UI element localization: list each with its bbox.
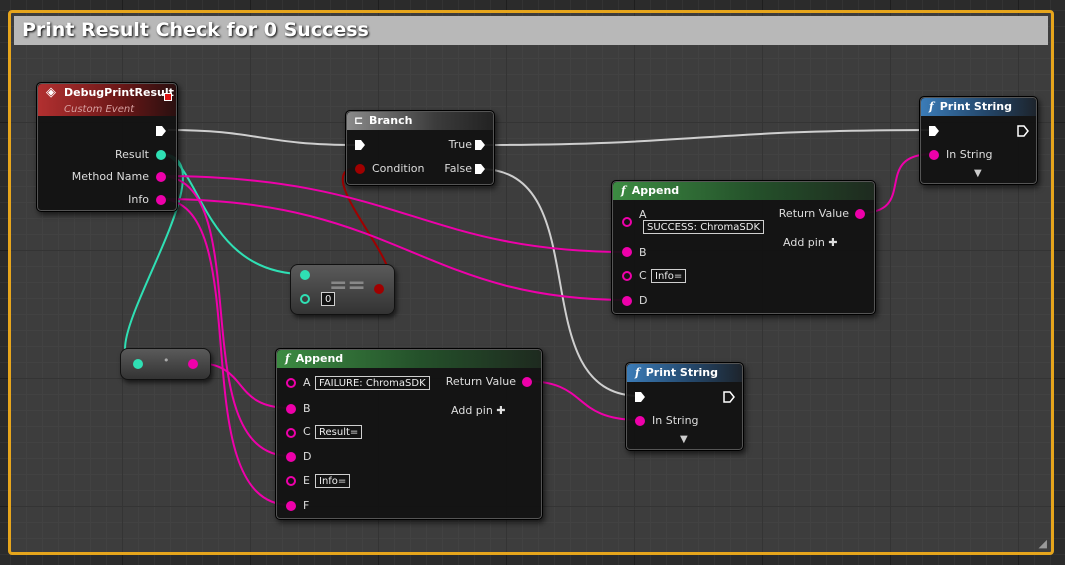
output-label-method-name: Method Name [71, 170, 149, 183]
add-pin-button[interactable]: Add pin ✚ [783, 236, 838, 249]
condition-pin[interactable] [355, 164, 365, 174]
append-success-title: Append [631, 184, 680, 197]
exec-out-pin-icon[interactable] [1017, 125, 1029, 137]
add-icon: ✚ [496, 404, 506, 417]
delegate-pin-icon[interactable] [164, 93, 172, 101]
append-success-b-pin[interactable] [622, 247, 632, 257]
true-exec-pin-icon[interactable] [474, 139, 486, 151]
append-success-header: f Append [613, 182, 874, 200]
equals-b-pin[interactable] [300, 294, 310, 304]
append-success-c-pin[interactable] [622, 271, 632, 281]
event-icon: ◈ [46, 85, 56, 100]
append-failure-f-pin[interactable] [286, 501, 296, 511]
pin-label-d: D [303, 450, 312, 463]
branch-node[interactable]: ⊏ Branch True Condition False [345, 110, 495, 186]
print-string-node-top[interactable]: f Print String In String ▼ [919, 96, 1038, 185]
append-success-d-pin[interactable] [622, 296, 632, 306]
pin-label-c: C [303, 425, 311, 438]
output-label-result: Result [115, 148, 149, 161]
print-top-header: f Print String [921, 98, 1036, 116]
branch-title: Branch [369, 114, 413, 127]
print-top-title: Print String [939, 100, 1012, 113]
append-success-return-pin[interactable] [855, 209, 865, 219]
pin-label-b: B [303, 402, 311, 415]
append-failure-header: f Append [277, 350, 541, 368]
function-icon: f [285, 352, 290, 365]
append-success-a-pin[interactable] [622, 217, 632, 227]
equals-node[interactable]: == 0 [290, 264, 395, 315]
event-subtitle: Custom Event [64, 104, 135, 115]
print-string-node-bottom[interactable]: f Print String In String ▼ [625, 362, 744, 451]
print-bottom-header: f Print String [627, 364, 742, 382]
add-icon: ✚ [828, 236, 838, 249]
append-failure-c-pin[interactable] [286, 428, 296, 438]
function-icon: f [621, 184, 626, 197]
event-title: DebugPrintResult [64, 86, 174, 99]
conversion-out-pin[interactable] [188, 359, 198, 369]
print-bottom-title: Print String [645, 366, 718, 379]
custom-event-node[interactable]: ◈ DebugPrintResult Custom Event Result M… [36, 82, 178, 212]
info-out-pin[interactable] [156, 195, 166, 205]
append-failure-b-pin[interactable] [286, 404, 296, 414]
pin-label-e: E [303, 474, 310, 487]
function-icon: f [929, 100, 934, 113]
conversion-node[interactable]: • [120, 348, 211, 380]
append-failure-d-pin[interactable] [286, 452, 296, 462]
exec-in-pin-icon[interactable] [634, 391, 646, 403]
append-success-a-input[interactable]: SUCCESS: ChromaSDK [643, 220, 764, 234]
condition-label: Condition [372, 162, 425, 175]
print-bottom-in-string-pin[interactable] [635, 416, 645, 426]
string-wire [159, 175, 628, 253]
equals-a-pin[interactable] [300, 270, 310, 280]
function-icon: f [635, 366, 640, 379]
exec-in-pin-icon[interactable] [928, 125, 940, 137]
result-out-pin[interactable] [156, 150, 166, 160]
exec-wire [167, 129, 359, 146]
append-success-c-input[interactable]: Info= [651, 269, 687, 283]
append-failure-return-pin[interactable] [522, 377, 532, 387]
equals-value-input[interactable]: 0 [321, 292, 336, 306]
branch-header: ⊏ Branch [347, 112, 493, 130]
output-label-info: Info [128, 193, 149, 206]
add-pin-button[interactable]: Add pin ✚ [451, 404, 506, 417]
pin-label-f: F [303, 499, 310, 512]
false-label: False [444, 162, 472, 175]
branch-icon: ⊏ [354, 114, 364, 127]
pin-label-b: B [639, 246, 647, 259]
exec-wire [479, 129, 934, 146]
method-name-out-pin[interactable] [156, 172, 166, 182]
append-failure-node[interactable]: f Append A FAILURE: ChromaSDK Return Valu… [275, 348, 543, 520]
string-wire [159, 175, 291, 457]
append-failure-a-input[interactable]: FAILURE: ChromaSDK [315, 376, 430, 390]
conversion-in-pin[interactable] [133, 359, 143, 369]
return-value-label: Return Value [445, 375, 516, 388]
return-value-label: Return Value [778, 207, 849, 220]
pin-label-a: A [303, 376, 311, 389]
append-failure-e-pin[interactable] [286, 476, 296, 486]
append-failure-e-input[interactable]: Info= [315, 474, 351, 488]
exec-out-pin-icon[interactable] [155, 125, 167, 137]
in-string-label: In String [946, 148, 993, 161]
print-top-in-string-pin[interactable] [929, 150, 939, 160]
conversion-dot-icon: • [163, 354, 170, 367]
true-label: True [448, 138, 472, 151]
append-failure-a-pin[interactable] [286, 378, 296, 388]
exec-in-pin-icon[interactable] [354, 139, 366, 151]
event-header: ◈ DebugPrintResult Custom Event [38, 84, 176, 116]
pin-label-c: C [639, 269, 647, 282]
equals-out-pin[interactable] [374, 284, 384, 294]
exec-out-pin-icon[interactable] [723, 391, 735, 403]
in-string-label: In String [652, 414, 699, 427]
expand-chevron-icon[interactable]: ▼ [680, 434, 688, 445]
pin-label-d: D [639, 294, 648, 307]
false-exec-pin-icon[interactable] [474, 163, 486, 175]
append-success-node[interactable]: f Append A SUCCESS: ChromaSDK Return Valu… [611, 180, 876, 315]
append-failure-title: Append [295, 352, 344, 365]
expand-chevron-icon[interactable]: ▼ [974, 168, 982, 179]
append-failure-c-input[interactable]: Result= [315, 425, 363, 439]
